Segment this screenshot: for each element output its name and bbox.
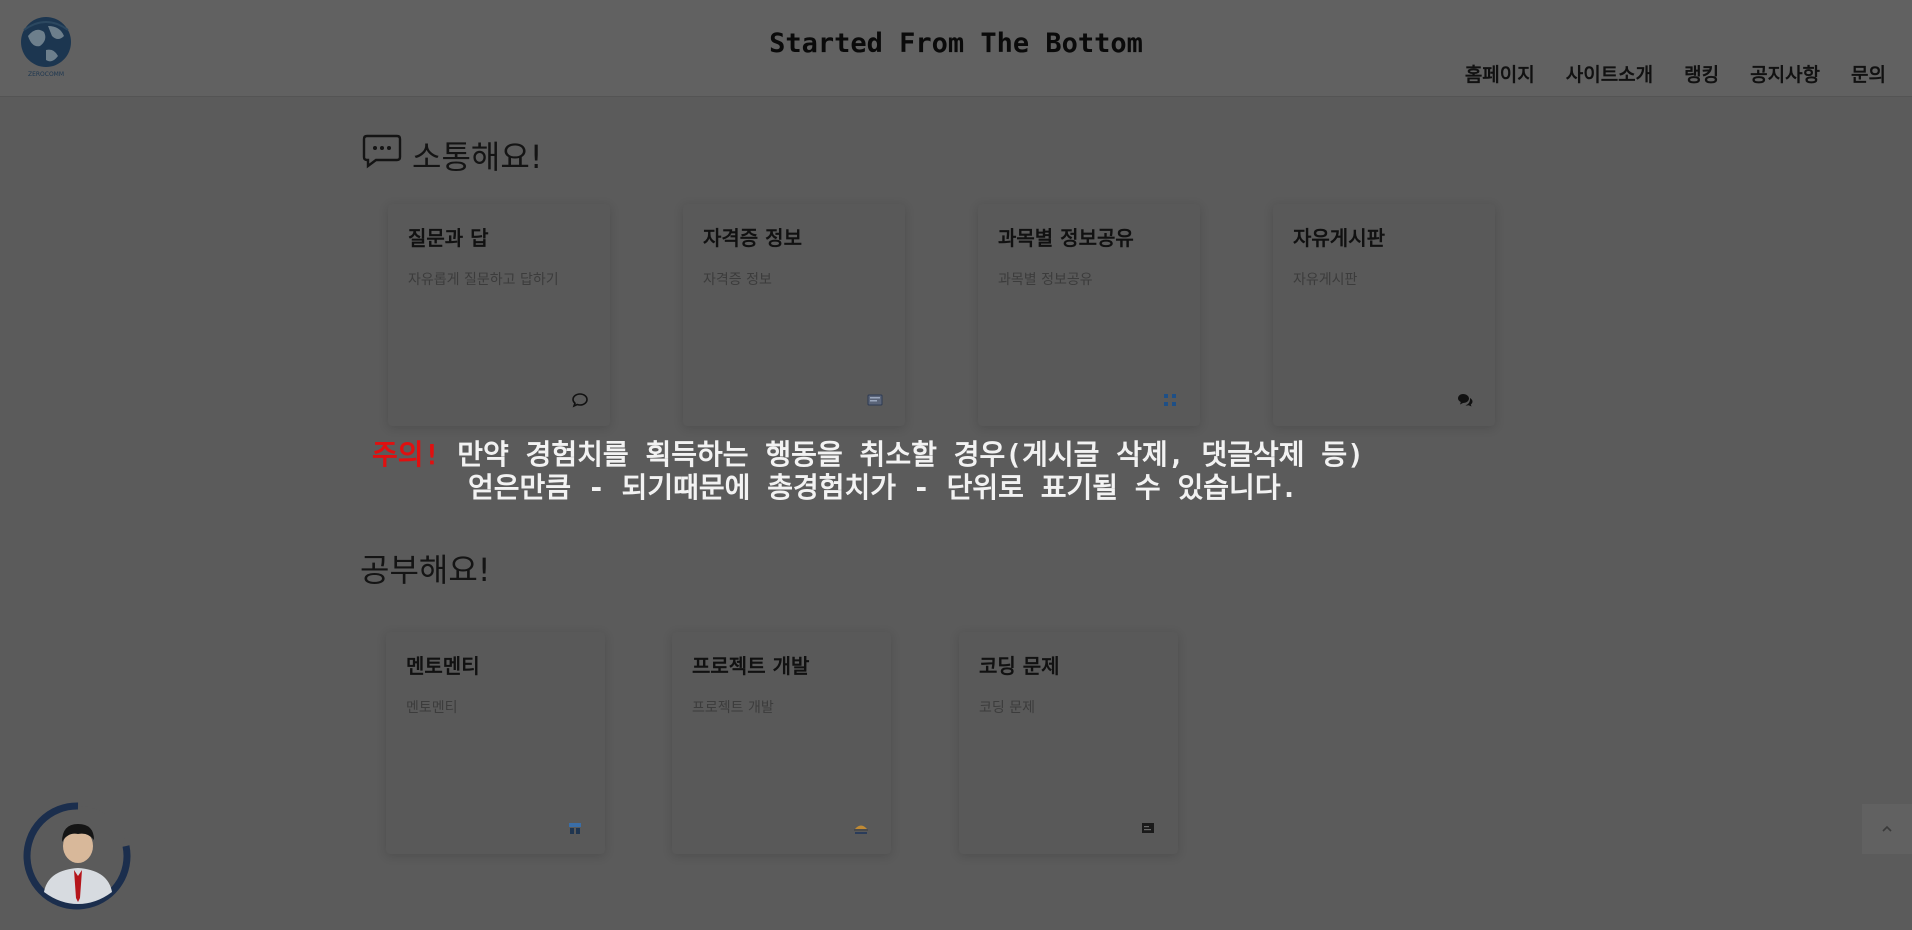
profile-avatar[interactable] (22, 800, 134, 912)
nav-about[interactable]: 사이트소개 (1566, 60, 1653, 87)
grid-icon (1162, 392, 1178, 408)
card-description: 코딩 문제 (979, 700, 1035, 716)
board-card-certificate[interactable]: 자격증 정보 자격증 정보 (683, 204, 905, 426)
mentor-icon (567, 820, 583, 836)
card-description: 자유롭게 질문하고 답하기 (408, 272, 559, 288)
nav-notice[interactable]: 공지사항 (1750, 60, 1820, 87)
nav-home[interactable]: 홈페이지 (1465, 60, 1535, 87)
board-card-qna[interactable]: 질문과 답 자유롭게 질문하고 답하기 (388, 204, 610, 426)
board-card-mentoring[interactable]: 멘토멘티 멘토멘티 (386, 632, 605, 854)
site-title: Started From The Bottom (769, 28, 1143, 59)
card-title: 자격증 정보 (703, 226, 802, 250)
card-description: 과목별 정보공유 (998, 272, 1093, 288)
experience-notice: 주의! 만약 경험치를 획득하는 행동을 취소할 경우(게시글 삭제, 댓글삭제… (372, 438, 1364, 504)
card-description: 프로젝트 개발 (692, 700, 774, 716)
code-icon (1140, 820, 1156, 836)
card-description: 멘토멘티 (406, 700, 458, 716)
notice-text-1: 만약 경험치를 획득하는 행동을 취소할 경우(게시글 삭제, 댓글삭제 등) (457, 438, 1364, 471)
nav-ranking[interactable]: 랭킹 (1684, 60, 1719, 87)
board-card-subject-info[interactable]: 과목별 정보공유 과목별 정보공유 (978, 204, 1200, 426)
board-card-free[interactable]: 자유게시판 자유게시판 (1273, 204, 1495, 426)
site-header: ZEROCOMM Started From The Bottom 홈페이지 사이… (0, 0, 1912, 97)
section-title-text: 소통해요! (412, 138, 543, 176)
card-title: 과목별 정보공유 (998, 226, 1134, 250)
chevron-up-icon (1881, 820, 1893, 839)
notice-text-2: 얻은만큼 - 되기때문에 총경험치가 - 단위로 표기될 수 있습니다. (468, 471, 1298, 504)
card-title: 질문과 답 (408, 226, 489, 250)
card-title: 멘토멘티 (406, 654, 480, 678)
card-title: 자유게시판 (1293, 226, 1385, 250)
board-card-project[interactable]: 프로젝트 개발 프로젝트 개발 (672, 632, 891, 854)
card-title: 프로젝트 개발 (692, 654, 810, 678)
certificate-icon (867, 392, 883, 408)
study-section-title: 공부해요! (360, 545, 491, 591)
card-description: 자격증 정보 (703, 272, 772, 288)
board-card-coding[interactable]: 코딩 문제 코딩 문제 (959, 632, 1178, 854)
notice-warning-label: 주의! (372, 438, 441, 471)
card-title: 코딩 문제 (979, 654, 1060, 678)
scroll-to-top-button[interactable] (1862, 804, 1912, 854)
notice-line-1: 주의! 만약 경험치를 획득하는 행동을 취소할 경우(게시글 삭제, 댓글삭제… (372, 438, 1364, 471)
nav-contact[interactable]: 문의 (1851, 60, 1886, 87)
speech-bubble-icon (362, 133, 402, 177)
section-title-text: 공부해요! (360, 551, 491, 589)
community-section-title: 소통해요! (362, 132, 543, 178)
svg-text:ZEROCOMM: ZEROCOMM (28, 71, 64, 78)
card-description: 자유게시판 (1293, 272, 1358, 288)
project-icon (853, 820, 869, 836)
main-nav: 홈페이지 사이트소개 랭킹 공지사항 문의 (1465, 60, 1886, 87)
comment-icon (572, 392, 588, 408)
chat-bubbles-icon (1457, 392, 1473, 408)
